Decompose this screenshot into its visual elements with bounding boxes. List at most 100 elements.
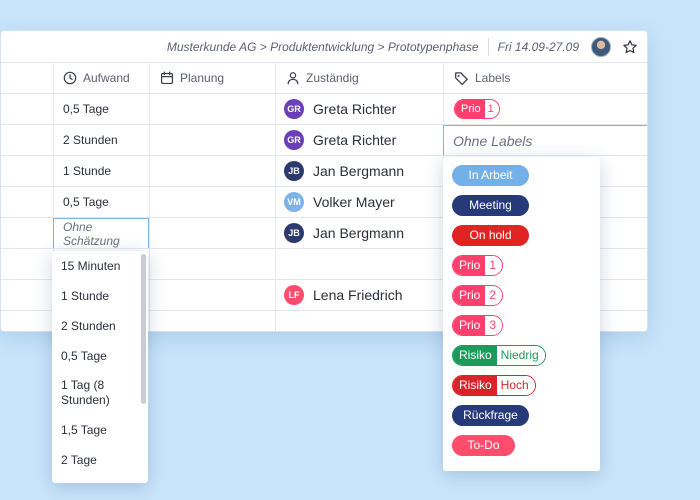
table-row: 0,5 Tage GR Greta Richter Prio 1 (1, 93, 647, 124)
estimate-option[interactable]: 1,5 Tage (52, 415, 148, 445)
label-pill: Meeting (452, 194, 529, 216)
planning-cell[interactable] (149, 249, 275, 279)
assignee-name: Greta Richter (313, 101, 397, 117)
estimate-option[interactable]: 15 Minuten (52, 251, 148, 281)
label-pill-right: 2 (485, 285, 503, 305)
breadcrumb: Musterkunde AG > Produktentwicklung > Pr… (1, 31, 647, 62)
label-option[interactable]: Risiko Hoch (443, 370, 600, 400)
column-header-planning[interactable]: Planung (149, 63, 275, 93)
label-pill-left: Prio (453, 285, 486, 305)
planning-cell[interactable] (149, 187, 275, 217)
column-label-assignee: Zuständig (306, 71, 359, 85)
label-option[interactable]: In Arbeit (443, 160, 600, 190)
column-header-assignee[interactable]: Zuständig (275, 63, 443, 93)
estimate-option[interactable]: 1 Stunde (52, 281, 148, 311)
effort-input[interactable]: Ohne Schätzung (53, 218, 149, 249)
row-handle (1, 280, 53, 310)
dropdown-scrollbar[interactable] (141, 254, 146, 404)
label-pill-left: Risiko (453, 345, 497, 365)
row-handle (1, 187, 53, 217)
assignee-cell[interactable]: JB Jan Bergmann (275, 156, 443, 186)
label-tag-prio-1[interactable]: Prio 1 (454, 99, 500, 119)
assignee-cell[interactable] (275, 311, 443, 331)
breadcrumb-divider (487, 37, 489, 56)
label-option[interactable]: Meeting (443, 190, 600, 220)
labels-dropdown: In Arbeit Meeting On hold Prio 1 Prio 2 … (443, 157, 600, 471)
label-option[interactable]: Prio 2 (443, 280, 600, 310)
assignee-cell[interactable]: GR Greta Richter (275, 125, 443, 155)
estimate-option[interactable]: 0,5 Tage (52, 341, 148, 371)
person-icon (286, 71, 300, 85)
estimate-option[interactable]: 2 Tage (52, 445, 148, 475)
effort-cell[interactable]: 2 Stunden (53, 125, 149, 155)
label-pill: On hold (452, 224, 529, 246)
label-option[interactable]: Risiko Niedrig (443, 340, 600, 370)
row-handle (1, 218, 53, 248)
label-tag-right: 1 (484, 100, 499, 118)
planning-cell[interactable] (149, 94, 275, 124)
user-avatar[interactable] (591, 36, 611, 57)
planning-cell[interactable] (149, 156, 275, 186)
star-icon[interactable] (621, 38, 639, 56)
planning-cell[interactable] (149, 311, 275, 331)
assignee-cell[interactable] (275, 249, 443, 279)
planning-cell[interactable] (149, 218, 275, 248)
avatar: LF (284, 285, 304, 305)
avatar: GR (284, 99, 304, 119)
date-range[interactable]: Fri 14.09-27.09 (498, 40, 579, 54)
column-header-labels[interactable]: Labels (443, 63, 647, 93)
avatar: JB (284, 223, 304, 243)
label-option[interactable]: On hold (443, 220, 600, 250)
assignee-name: Lena Friedrich (313, 287, 403, 303)
assignee-cell[interactable]: GR Greta Richter (275, 94, 443, 124)
assignee-name: Greta Richter (313, 132, 397, 148)
column-label-planning: Planung (180, 71, 225, 85)
avatar: VM (284, 192, 304, 212)
label-pill: Prio 3 (452, 314, 504, 336)
estimate-dropdown: 15 Minuten 1 Stunde 2 Stunden 0,5 Tage 1… (52, 251, 148, 483)
assignee-name: Volker Mayer (313, 194, 395, 210)
row-handle (1, 311, 53, 331)
assignee-name: Jan Bergmann (313, 225, 405, 241)
label-pill-right: 1 (485, 255, 503, 275)
labels-cell[interactable]: Prio 1 (443, 94, 647, 124)
label-pill: Prio 1 (452, 254, 504, 276)
avatar: JB (284, 161, 304, 181)
assignee-name: Jan Bergmann (313, 163, 405, 179)
estimate-option[interactable]: 1 Tag (8 Stunden) (52, 371, 148, 415)
label-option[interactable]: To-Do (443, 430, 600, 460)
clock-icon (63, 71, 77, 85)
planning-cell[interactable] (149, 125, 275, 155)
label-pill-right: 3 (485, 315, 503, 335)
label-pill-right: Niedrig (496, 345, 545, 365)
label-pill: Prio 2 (452, 284, 504, 306)
label-pill: Rückfrage (452, 404, 529, 426)
assignee-cell[interactable]: VM Volker Mayer (275, 187, 443, 217)
label-option[interactable]: Prio 1 (443, 250, 600, 280)
effort-cell[interactable]: 0,5 Tage (53, 187, 149, 217)
row-handle (1, 156, 53, 186)
effort-cell[interactable]: 1 Stunde (53, 156, 149, 186)
header-spacer (1, 63, 53, 93)
labels-input[interactable]: Ohne Labels (443, 125, 647, 156)
column-header-effort[interactable]: Aufwand (53, 63, 149, 93)
label-pill: Risiko Niedrig (452, 344, 546, 366)
label-option[interactable]: Prio 3 (443, 310, 600, 340)
assignee-cell[interactable]: JB Jan Bergmann (275, 218, 443, 248)
calendar-icon (160, 71, 174, 85)
planning-cell[interactable] (149, 280, 275, 310)
estimate-option[interactable]: 2 Stunden (52, 311, 148, 341)
effort-cell[interactable]: 0,5 Tage (53, 94, 149, 124)
tag-icon (454, 71, 469, 86)
column-label-labels: Labels (475, 71, 511, 85)
label-pill-left: Prio (453, 255, 486, 275)
column-label-effort: Aufwand (83, 71, 130, 85)
label-tag-left: Prio (455, 100, 485, 118)
label-option[interactable]: Rückfrage (443, 400, 600, 430)
row-handle (1, 249, 53, 279)
breadcrumb-path[interactable]: Musterkunde AG > Produktentwicklung > Pr… (167, 40, 479, 54)
label-pill: In Arbeit (452, 164, 529, 186)
label-pill-left: Risiko (453, 375, 497, 395)
assignee-cell[interactable]: LF Lena Friedrich (275, 280, 443, 310)
row-handle (1, 125, 53, 155)
